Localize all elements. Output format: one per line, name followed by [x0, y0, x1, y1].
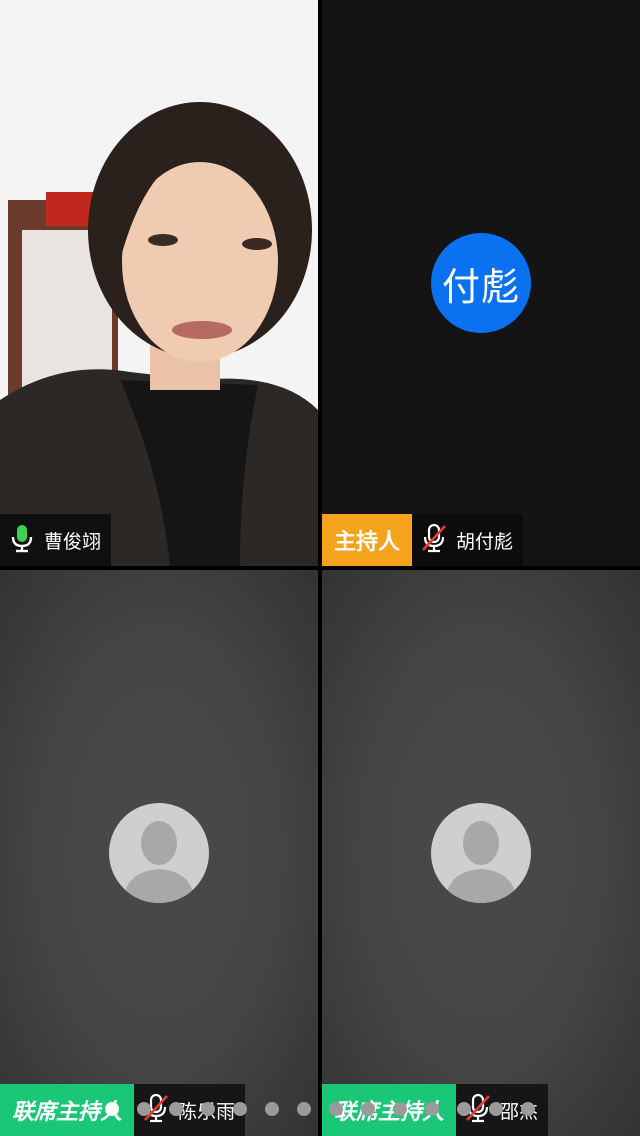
participant-label-bar: 曹俊翊 — [0, 514, 112, 566]
mic-on-icon — [8, 523, 44, 558]
page-dot[interactable] — [521, 1102, 535, 1116]
participant-name: 胡付彪 — [456, 530, 514, 553]
page-dot[interactable] — [105, 1102, 119, 1116]
page-dot[interactable] — [137, 1102, 151, 1116]
default-avatar-icon — [109, 803, 209, 903]
page-dot[interactable] — [169, 1102, 183, 1116]
initials-avatar: 付彪 — [431, 233, 531, 333]
video-tile-chenleyu[interactable]: 联席主持人 陈乐雨 — [0, 570, 318, 1136]
page-dot[interactable] — [457, 1102, 471, 1116]
page-dot[interactable] — [201, 1102, 215, 1116]
participant-video — [0, 0, 318, 566]
page-indicator[interactable] — [0, 1102, 640, 1120]
default-avatar-icon — [431, 803, 531, 903]
participant-label-bar: 主持人 胡付彪 — [322, 514, 524, 566]
host-badge: 主持人 — [322, 514, 413, 566]
page-dot[interactable] — [489, 1102, 503, 1116]
video-tile-caojunyi[interactable]: 曹俊翊 — [0, 0, 318, 566]
name-box: 曹俊翊 — [0, 514, 112, 566]
page-dot[interactable] — [297, 1102, 311, 1116]
name-box: 胡付彪 — [412, 514, 524, 566]
page-dot[interactable] — [425, 1102, 439, 1116]
page-dot[interactable] — [361, 1102, 375, 1116]
mic-muted-icon — [420, 523, 456, 558]
video-tile-shaojie[interactable]: 联席主持人 邵杰 — [322, 570, 640, 1136]
video-tile-hufubiao[interactable]: 付彪 主持人 胡付彪 — [322, 0, 640, 566]
page-dot[interactable] — [329, 1102, 343, 1116]
participant-name: 曹俊翊 — [44, 530, 102, 553]
page-dot[interactable] — [233, 1102, 247, 1116]
page-dot[interactable] — [265, 1102, 279, 1116]
page-dot[interactable] — [393, 1102, 407, 1116]
